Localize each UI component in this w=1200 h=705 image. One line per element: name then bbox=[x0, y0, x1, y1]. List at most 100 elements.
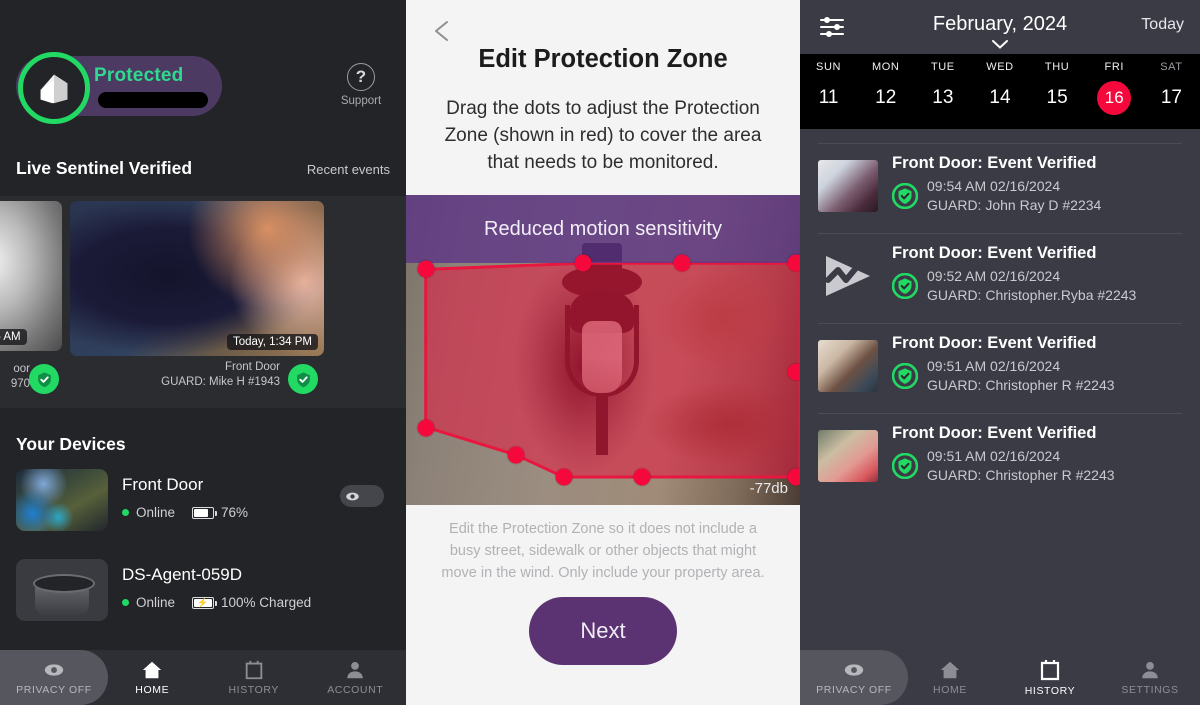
privacy-off-label: PRIVACY OFF bbox=[816, 684, 892, 696]
support-label: Support bbox=[340, 95, 382, 107]
home-icon bbox=[940, 661, 960, 679]
event-meta: 09:51 AM 02/16/2024 GUARD: Christopher R… bbox=[927, 447, 1115, 485]
device-status: Online 76% bbox=[122, 505, 248, 520]
nav-item-settings[interactable]: SETTINGS bbox=[1100, 650, 1200, 705]
zone-handle[interactable] bbox=[787, 363, 800, 381]
zone-handle[interactable] bbox=[673, 254, 691, 272]
calendar-date: 14 bbox=[989, 87, 1011, 108]
today-button[interactable]: Today bbox=[1141, 16, 1184, 34]
calendar-date: 16 bbox=[1097, 81, 1132, 115]
protection-zone-editor[interactable]: Reduced motion sensitivity -77db bbox=[406, 195, 800, 505]
nav-label: HISTORY bbox=[1024, 685, 1076, 697]
your-devices-section: Your Devices Front Door Online 76% DS-Ag… bbox=[0, 420, 406, 635]
event-thumbnail[interactable] bbox=[818, 160, 878, 212]
recent-events-strip[interactable]: 10:26 AM oor 970 Today, 1:34 PM bbox=[0, 196, 406, 408]
device-thumbnail[interactable] bbox=[16, 469, 108, 531]
calendar-date: 17 bbox=[1160, 87, 1182, 108]
right-panel-history: February, 2024 Today SUN 11 MON 12 TUE 1… bbox=[800, 0, 1200, 705]
calendar-day[interactable]: TUE 13 bbox=[914, 54, 971, 115]
battery-icon bbox=[192, 506, 218, 519]
event-guard: GUARD: Christopher.Ryba #2243 bbox=[927, 287, 1137, 303]
nav-item-history[interactable]: HISTORY bbox=[1000, 650, 1100, 705]
shield-check-icon bbox=[296, 371, 310, 387]
next-button[interactable]: Next bbox=[529, 597, 677, 665]
left-top-bar: Protected ? Support bbox=[0, 0, 406, 155]
app-screenshot: Protected ? Support Live Sentinel Verifi… bbox=[0, 0, 1200, 705]
event-thumbnail[interactable]: 10:26 AM bbox=[0, 201, 62, 351]
event-meta: 09:51 AM 02/16/2024 GUARD: Christopher R… bbox=[927, 357, 1115, 395]
calendar-day[interactable]: SAT 17 bbox=[1143, 54, 1200, 115]
calendar-month-label[interactable]: February, 2024 bbox=[800, 13, 1200, 36]
calendar-dow: SAT bbox=[1160, 61, 1183, 73]
video-play-placeholder-icon bbox=[825, 256, 870, 296]
calendar-date: 11 bbox=[818, 87, 839, 108]
device-online-label: Online bbox=[136, 505, 176, 520]
event-thumbnail[interactable] bbox=[818, 430, 878, 482]
event-list[interactable]: Front Door: Event Verified 09:54 AM 02/1… bbox=[800, 143, 1200, 503]
calendar-day[interactable]: THU 15 bbox=[1029, 54, 1086, 115]
zone-handle[interactable] bbox=[555, 468, 573, 486]
nav-item-home[interactable]: HOME bbox=[900, 650, 1000, 705]
zone-handle[interactable] bbox=[633, 468, 651, 486]
event-timestamp: 09:54 AM 02/16/2024 bbox=[927, 178, 1061, 194]
calendar-dow: SUN bbox=[816, 61, 842, 73]
event-meta: Front Door GUARD: Mike H #1943 bbox=[120, 360, 280, 390]
zone-handle[interactable] bbox=[507, 446, 525, 464]
calendar-date: 13 bbox=[932, 87, 954, 108]
recent-events-link[interactable]: Recent events bbox=[307, 162, 390, 177]
event-meta-line1: oor bbox=[13, 363, 30, 375]
calendar-day[interactable]: SUN 11 bbox=[800, 54, 857, 115]
shield-check-icon bbox=[892, 273, 918, 299]
device-name: DS-Agent-059D bbox=[122, 565, 243, 584]
redacted-address-bar bbox=[98, 92, 208, 108]
device-name: Front Door bbox=[122, 475, 204, 494]
zone-handle[interactable] bbox=[574, 254, 592, 272]
audio-db-label: -77db bbox=[749, 480, 788, 497]
list-item[interactable]: Front Door: Event Verified 09:54 AM 02/1… bbox=[800, 144, 1200, 233]
house-status-badge[interactable] bbox=[18, 52, 90, 124]
event-timestamp: 09:52 AM 02/16/2024 bbox=[927, 268, 1061, 284]
event-thumbnail[interactable]: Today, 1:34 PM bbox=[70, 201, 324, 356]
back-button[interactable] bbox=[430, 18, 456, 44]
nav-label: SETTINGS bbox=[1121, 684, 1179, 696]
arrow-left-icon bbox=[435, 21, 448, 41]
device-row-ds-agent[interactable]: DS-Agent-059D Online ⚡ 100% Charged bbox=[0, 553, 406, 635]
event-guard: GUARD: Christopher R #2243 bbox=[927, 467, 1115, 483]
support-button[interactable]: ? Support bbox=[336, 63, 386, 107]
device-thumbnail[interactable] bbox=[16, 559, 108, 621]
chevron-down-icon[interactable] bbox=[992, 40, 1008, 49]
eye-icon bbox=[44, 664, 64, 676]
zone-handle[interactable] bbox=[417, 419, 435, 436]
zone-handle[interactable] bbox=[787, 254, 800, 272]
battery-label: 76% bbox=[221, 505, 249, 520]
zone-handle[interactable] bbox=[417, 260, 435, 278]
event-thumbnail[interactable] bbox=[818, 340, 878, 392]
device-status: Online ⚡ 100% Charged bbox=[122, 595, 311, 610]
nav-item-home[interactable]: HOME bbox=[102, 650, 204, 705]
person-icon bbox=[1142, 662, 1158, 679]
shield-check-icon bbox=[892, 183, 918, 209]
home-icon bbox=[143, 661, 162, 679]
list-item[interactable]: Front Door: Event Verified 09:51 AM 02/1… bbox=[800, 414, 1200, 503]
calendar-dow: WED bbox=[986, 61, 1014, 73]
zone-handle[interactable] bbox=[787, 468, 800, 486]
nav-item-account[interactable]: ACCOUNT bbox=[305, 650, 407, 705]
eye-icon bbox=[346, 492, 359, 500]
list-item[interactable]: Front Door: Event Verified 09:52 AM 02/1… bbox=[800, 234, 1200, 323]
calendar-day[interactable]: MON 12 bbox=[857, 54, 914, 115]
event-body: Front Door: Event Verified 09:51 AM 02/1… bbox=[892, 424, 1186, 503]
privacy-off-button[interactable]: PRIVACY OFF bbox=[800, 650, 908, 705]
calendar-day[interactable]: WED 14 bbox=[971, 54, 1028, 115]
calendar-date: 15 bbox=[1046, 87, 1068, 108]
calendar-day-selected[interactable]: FRI 16 bbox=[1086, 54, 1143, 115]
shield-check-icon bbox=[892, 453, 918, 479]
event-thumbnail[interactable] bbox=[818, 250, 878, 302]
event-body: Front Door: Event Verified 09:54 AM 02/1… bbox=[892, 154, 1186, 233]
event-meta-line2: GUARD: Mike H #1943 bbox=[161, 376, 280, 388]
privacy-eye-toggle[interactable] bbox=[340, 485, 384, 507]
privacy-off-button[interactable]: PRIVACY OFF bbox=[0, 650, 108, 705]
nav-item-history[interactable]: HISTORY bbox=[203, 650, 305, 705]
list-item[interactable]: Front Door: Event Verified 09:51 AM 02/1… bbox=[800, 324, 1200, 413]
calendar-day-strip[interactable]: SUN 11 MON 12 TUE 13 WED 14 THU 15 FRI 1… bbox=[800, 54, 1200, 129]
device-row-front-door[interactable]: Front Door Online 76% bbox=[0, 463, 406, 545]
